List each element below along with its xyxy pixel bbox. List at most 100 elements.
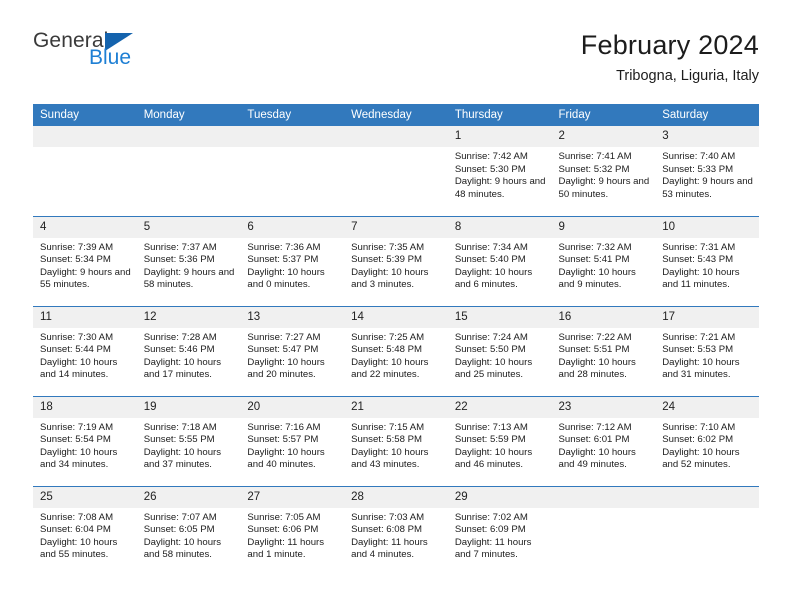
- calendar-day-cell[interactable]: 12 Sunrise: 7:28 AM Sunset: 5:46 PM Dayligh…: [136, 305, 241, 396]
- calendar-day-cell[interactable]: 20 Sunrise: 7:16 AM Sunset: 5:57 PM Dayligh…: [240, 395, 345, 486]
- calendar-day-cell[interactable]: 7 Sunrise: 7:35 AM Sunset: 5:39 PM Daylight…: [344, 215, 448, 306]
- sunset-time: Sunset: 5:57 PM: [247, 434, 319, 446]
- calendar-day-cell[interactable]: 4 Sunrise: 7:39 AM Sunset: 5:34 PM Daylight…: [33, 215, 137, 306]
- day-details: Sunrise: 7:08 AM Sunset: 6:04 PM Daylight:…: [33, 508, 137, 562]
- calendar-day-cell[interactable]: 28 Sunrise: 7:03 AM Sunset: 6:08 PM Dayligh…: [344, 485, 448, 576]
- calendar-day-cell[interactable]: 22 Sunrise: 7:13 AM Sunset: 5:59 PM Dayligh…: [447, 395, 552, 486]
- daylight-duration: Daylight: 10 hours and 34 minutes.: [40, 446, 118, 471]
- calendar-day-cell[interactable]: 11 Sunrise: 7:30 AM Sunset: 5:44 PM Dayligh…: [33, 305, 137, 396]
- day-number: 27: [240, 486, 345, 508]
- sunrise-time: Sunrise: 7:41 AM: [558, 151, 632, 162]
- calendar-day-cell[interactable]: 16 Sunrise: 7:22 AM Sunset: 5:51 PM Dayligh…: [551, 305, 656, 396]
- day-number: 11: [33, 306, 137, 328]
- daylight-duration: Daylight: 10 hours and 25 minutes.: [454, 356, 533, 381]
- calendar-day-cell[interactable]: 10 Sunrise: 7:31 AM Sunset: 5:43 PM Dayligh…: [655, 215, 759, 306]
- day-number: 8: [447, 216, 552, 238]
- day-number: 26: [136, 486, 241, 508]
- sunrise-time: Sunrise: 7:25 AM: [351, 331, 425, 343]
- daylight-duration: Daylight: 10 hours and 28 minutes.: [558, 356, 636, 381]
- sunrise-time: Sunrise: 7:36 AM: [247, 241, 321, 253]
- calendar-day-cell[interactable]: 6 Sunrise: 7:36 AM Sunset: 5:37 PM Daylight…: [240, 215, 345, 306]
- calendar-day-cell[interactable]: 18 Sunrise: 7:19 AM Sunset: 5:54 PM Dayligh…: [33, 395, 137, 486]
- calendar-day-cell[interactable]: 1 Sunrise: 7:42 AM Sunset: 5:30 PM Daylight…: [447, 126, 552, 216]
- daylight-duration: Daylight: 10 hours and 22 minutes.: [351, 356, 429, 381]
- sunset-time: Sunset: 5:33 PM: [662, 163, 734, 175]
- day-number: 5: [136, 216, 241, 238]
- day-number: 9: [551, 216, 656, 238]
- day-details: Sunrise: 7:22 AM Sunset: 5:51 PM Daylight:…: [552, 328, 656, 382]
- calendar-day-cell[interactable]: 3 Sunrise: 7:40 AM Sunset: 5:33 PM Daylight…: [655, 126, 759, 216]
- sunrise-time: Sunrise: 7:07 AM: [143, 511, 217, 523]
- day-number: 29: [447, 486, 552, 508]
- calendar-day-cell[interactable]: 2 Sunrise: 7:41 AM Sunset: 5:32 PM Daylight…: [551, 126, 656, 216]
- day-number: [33, 126, 137, 147]
- day-number: 13: [240, 306, 345, 328]
- day-details: Sunrise: 7:27 AM Sunset: 5:47 PM Daylight:…: [240, 328, 344, 382]
- weekday-header-thursday: Thursday: [447, 104, 552, 126]
- calendar-day-cell[interactable]: 21 Sunrise: 7:15 AM Sunset: 5:58 PM Dayligh…: [344, 395, 448, 486]
- daylight-duration: Daylight: 10 hours and 17 minutes.: [143, 356, 222, 381]
- sunset-time: Sunset: 5:44 PM: [40, 344, 111, 356]
- day-details: Sunrise: 7:25 AM Sunset: 5:48 PM Daylight:…: [344, 328, 448, 382]
- calendar-day-cell-empty: [240, 126, 345, 216]
- weekday-header-tuesday: Tuesday: [240, 104, 345, 126]
- calendar-day-cell[interactable]: 8 Sunrise: 7:34 AM Sunset: 5:40 PM Daylight…: [447, 215, 552, 306]
- calendar-day-cell[interactable]: 15 Sunrise: 7:24 AM Sunset: 5:50 PM Dayligh…: [447, 305, 552, 396]
- daylight-duration: Daylight: 10 hours and 40 minutes.: [247, 446, 325, 471]
- calendar-day-cell-empty: [344, 126, 448, 216]
- sunrise-time: Sunrise: 7:35 AM: [351, 241, 425, 253]
- calendar-week-row: 1 Sunrise: 7:42 AM Sunset: 5:30 PM Daylight…: [33, 126, 759, 216]
- daylight-duration: Daylight: 10 hours and 43 minutes.: [351, 446, 429, 471]
- day-details: Sunrise: 7:40 AM Sunset: 5:33 PM Daylight:…: [655, 147, 759, 201]
- general-blue-logo[interactable]: General Blue: [33, 28, 233, 69]
- sunrise-time: Sunrise: 7:18 AM: [143, 421, 217, 433]
- sunset-time: Sunset: 5:30 PM: [454, 163, 526, 175]
- calendar-header-row: Sunday Monday Tuesday Wednesday Thursday Frid…: [33, 104, 759, 126]
- calendar-day-cell[interactable]: 27 Sunrise: 7:05 AM Sunset: 6:06 PM Dayligh…: [240, 485, 345, 576]
- daylight-duration: Daylight: 11 hours and 4 minutes.: [351, 536, 428, 561]
- sunrise-time: Sunrise: 7:16 AM: [247, 421, 321, 433]
- day-details: Sunrise: 7:42 AM Sunset: 5:30 PM Daylight:…: [448, 147, 552, 201]
- sunset-time: Sunset: 5:40 PM: [454, 254, 526, 266]
- page-title: February 2024: [580, 30, 759, 60]
- logo-word-blue: Blue: [89, 46, 132, 69]
- sunrise-time: Sunrise: 7:32 AM: [558, 241, 632, 253]
- daylight-duration: Daylight: 9 hours and 55 minutes.: [40, 266, 131, 291]
- calendar-day-cell[interactable]: 17 Sunrise: 7:21 AM Sunset: 5:53 PM Dayligh…: [655, 305, 759, 396]
- calendar-day-cell[interactable]: 19 Sunrise: 7:18 AM Sunset: 5:55 PM Dayligh…: [136, 395, 241, 486]
- daylight-duration: Daylight: 9 hours and 53 minutes.: [662, 176, 753, 200]
- day-number: 1: [447, 126, 552, 147]
- calendar-day-cell[interactable]: 26 Sunrise: 7:07 AM Sunset: 6:05 PM Dayligh…: [136, 485, 241, 576]
- day-details: Sunrise: 7:19 AM Sunset: 5:54 PM Daylight:…: [33, 418, 137, 472]
- sunset-time: Sunset: 6:08 PM: [351, 524, 423, 536]
- daylight-duration: Daylight: 9 hours and 50 minutes.: [558, 176, 650, 200]
- calendar-body: 1 Sunrise: 7:42 AM Sunset: 5:30 PM Daylight…: [33, 126, 759, 576]
- calendar-day-cell[interactable]: 29 Sunrise: 7:02 AM Sunset: 6:09 PM Dayligh…: [447, 485, 552, 576]
- calendar-week-row: 25 Sunrise: 7:08 AM Sunset: 6:04 PM Dayligh…: [33, 485, 759, 576]
- sunrise-time: Sunrise: 7:10 AM: [662, 421, 736, 433]
- day-details: Sunrise: 7:12 AM Sunset: 6:01 PM Daylight:…: [552, 418, 656, 472]
- day-number: 14: [344, 306, 448, 328]
- sunrise-time: Sunrise: 7:27 AM: [247, 331, 321, 343]
- calendar-day-cell[interactable]: 5 Sunrise: 7:37 AM Sunset: 5:36 PM Daylight…: [136, 215, 241, 306]
- sunrise-time: Sunrise: 7:05 AM: [247, 511, 321, 523]
- daylight-duration: Daylight: 11 hours and 1 minute.: [247, 536, 325, 561]
- calendar-day-cell[interactable]: 9 Sunrise: 7:32 AM Sunset: 5:41 PM Daylight…: [551, 215, 656, 306]
- calendar-day-cell[interactable]: 23 Sunrise: 7:12 AM Sunset: 6:01 PM Dayligh…: [551, 395, 656, 486]
- day-details: Sunrise: 7:37 AM Sunset: 5:36 PM Daylight:…: [137, 238, 241, 292]
- calendar-day-cell[interactable]: 14 Sunrise: 7:25 AM Sunset: 5:48 PM Dayligh…: [344, 305, 448, 396]
- calendar-day-cell[interactable]: 13 Sunrise: 7:27 AM Sunset: 5:47 PM Dayligh…: [240, 305, 345, 396]
- daylight-duration: Daylight: 10 hours and 37 minutes.: [143, 446, 222, 471]
- title-block: February 2024 Tribogna, Liguria, Italy: [581, 28, 759, 87]
- day-details: Sunrise: 7:39 AM Sunset: 5:34 PM Daylight:…: [33, 238, 137, 292]
- calendar-day-cell[interactable]: 24 Sunrise: 7:10 AM Sunset: 6:02 PM Dayligh…: [655, 395, 759, 486]
- calendar-day-cell[interactable]: 25 Sunrise: 7:08 AM Sunset: 6:04 PM Dayligh…: [33, 485, 137, 576]
- day-details: Sunrise: 7:32 AM Sunset: 5:41 PM Daylight:…: [552, 238, 656, 292]
- day-number: 22: [447, 396, 552, 418]
- sunrise-time: Sunrise: 7:39 AM: [40, 241, 114, 253]
- day-number: 2: [551, 126, 656, 147]
- sunset-time: Sunset: 5:58 PM: [351, 434, 423, 446]
- sunrise-time: Sunrise: 7:30 AM: [40, 331, 114, 343]
- sunset-time: Sunset: 5:32 PM: [558, 163, 630, 175]
- page-subtitle: Tribogna, Liguria, Italy: [616, 68, 759, 84]
